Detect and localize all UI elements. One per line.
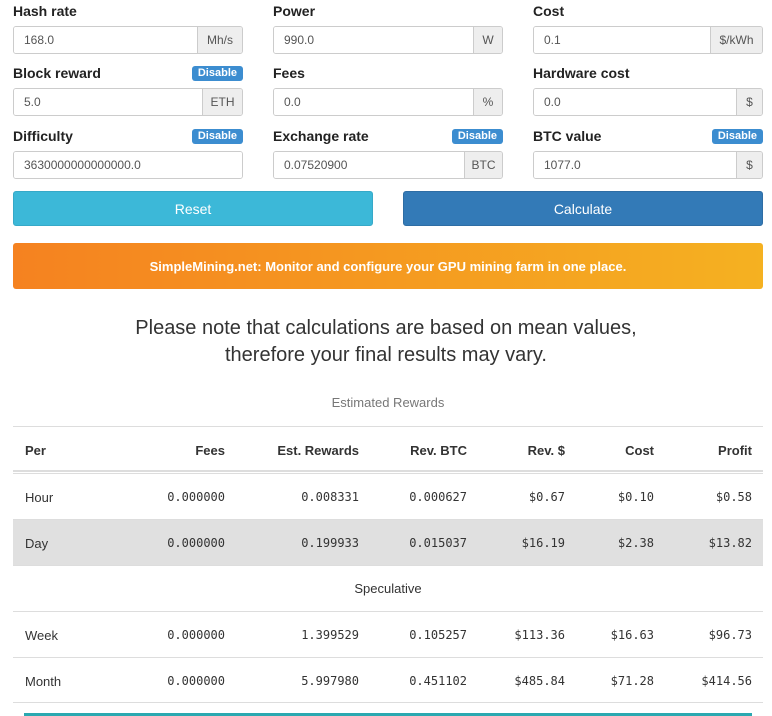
table-row: Day 0.000000 0.199933 0.015037 $16.19 $2…	[13, 519, 763, 565]
block-reward-input-group: ETH	[13, 88, 243, 116]
cell-profit: $96.73	[708, 628, 752, 642]
calculate-button[interactable]: Calculate	[403, 191, 763, 226]
difficulty-label: Difficulty	[13, 128, 73, 144]
cell-profit: $414.56	[701, 674, 752, 688]
cell-est-rewards: 5.997980	[301, 674, 359, 688]
cell-rev-usd: $113.36	[514, 628, 565, 642]
power-input[interactable]	[274, 27, 473, 53]
speculative-label: Speculative	[13, 565, 763, 611]
exchange-rate-label: Exchange rate	[273, 128, 369, 144]
cell-est-rewards: 0.008331	[301, 490, 359, 504]
cell-rev-usd: $16.19	[521, 536, 565, 550]
hardware-cost-input[interactable]	[534, 89, 736, 115]
hash-rate-label: Hash rate	[13, 3, 77, 19]
cell-cost: $71.28	[610, 674, 654, 688]
block-reward-unit: ETH	[202, 89, 242, 115]
block-reward-input[interactable]	[14, 89, 202, 115]
cell-fees: 0.000000	[167, 536, 225, 550]
cell-per: Month	[25, 673, 62, 689]
cost-input[interactable]	[534, 27, 710, 53]
btc-value-field: BTC value Disable $	[533, 125, 763, 181]
disclaimer-line-2: therefore your final results may vary.	[225, 344, 547, 366]
cell-rev-btc: 0.000627	[409, 490, 467, 504]
cell-fees: 0.000000	[167, 628, 225, 642]
cell-est-rewards: 1.399529	[301, 628, 359, 642]
power-label: Power	[273, 3, 316, 19]
cost-unit: $/kWh	[710, 27, 762, 53]
cell-rev-usd: $485.84	[514, 674, 565, 688]
table-bottom-divider	[13, 702, 763, 703]
header-profit: Profit	[718, 442, 752, 458]
power-input-group: W	[273, 26, 503, 54]
fees-unit: %	[473, 89, 502, 115]
table-caption: Estimated Rewards	[331, 395, 445, 410]
cell-per: Hour	[25, 489, 54, 505]
cell-cost: $16.63	[610, 628, 654, 642]
cost-field: Cost $/kWh	[533, 0, 763, 56]
exchange-rate-field: Exchange rate Disable BTC	[273, 125, 503, 181]
difficulty-field: Difficulty Disable	[13, 125, 243, 181]
fees-field: Fees %	[273, 62, 503, 118]
btc-value-disable-button[interactable]: Disable	[711, 129, 763, 144]
cell-rev-btc: 0.105257	[409, 628, 467, 642]
fees-input[interactable]	[274, 89, 473, 115]
exchange-rate-input-group: BTC	[273, 151, 503, 179]
cell-per: Week	[25, 627, 58, 643]
table-row: Week 0.000000 1.399529 0.105257 $113.36 …	[13, 611, 763, 657]
fees-input-group: %	[273, 88, 503, 116]
simplemining-banner[interactable]: SimpleMining.net: Monitor and configure …	[13, 243, 763, 289]
cost-label: Cost	[533, 3, 565, 19]
disclaimer-line-1: Please note that calculations are based …	[135, 317, 637, 339]
exchange-rate-unit: BTC	[464, 152, 502, 178]
header-rev-btc: Rev. BTC	[410, 442, 467, 458]
hardware-cost-unit: $	[736, 89, 762, 115]
hash-rate-unit: Mh/s	[197, 27, 242, 53]
table-row: Hour 0.000000 0.008331 0.000627 $0.67 $0…	[13, 473, 763, 519]
cell-per: Day	[25, 535, 49, 551]
block-reward-disable-button[interactable]: Disable	[191, 66, 243, 81]
fees-label: Fees	[273, 65, 305, 81]
block-reward-label: Block reward	[13, 65, 101, 81]
btc-value-unit: $	[736, 152, 762, 178]
hardware-cost-label: Hardware cost	[533, 65, 630, 81]
difficulty-input[interactable]	[14, 152, 242, 178]
table-header-row: Per Fees Est. Rewards Rev. BTC Rev. $ Co…	[13, 426, 763, 472]
btc-value-input-group: $	[533, 151, 763, 179]
btc-value-input[interactable]	[534, 152, 736, 178]
cell-profit: $13.82	[708, 536, 752, 550]
table-row: Month 0.000000 5.997980 0.451102 $485.84…	[13, 657, 763, 703]
hash-rate-field: Hash rate Mh/s	[13, 0, 243, 56]
cell-rev-usd: $0.67	[528, 490, 565, 504]
cell-fees: 0.000000	[167, 674, 225, 688]
cell-rev-btc: 0.015037	[409, 536, 467, 550]
cell-est-rewards: 0.199933	[301, 536, 359, 550]
difficulty-input-group	[13, 151, 243, 179]
header-cost: Cost	[625, 442, 654, 458]
header-est-rewards: Est. Rewards	[277, 442, 359, 458]
header-per: Per	[25, 442, 46, 458]
exchange-rate-input[interactable]	[274, 152, 464, 178]
cell-profit: $0.58	[715, 490, 752, 504]
cell-cost: $0.10	[617, 490, 654, 504]
hash-rate-input[interactable]	[14, 27, 197, 53]
exchange-rate-disable-button[interactable]: Disable	[451, 129, 503, 144]
header-rev-usd: Rev. $	[527, 442, 565, 458]
block-reward-field: Block reward Disable ETH	[13, 62, 243, 118]
cost-input-group: $/kWh	[533, 26, 763, 54]
cell-fees: 0.000000	[167, 490, 225, 504]
reset-button[interactable]: Reset	[13, 191, 373, 226]
cell-rev-btc: 0.451102	[409, 674, 467, 688]
cell-cost: $2.38	[617, 536, 654, 550]
hash-rate-input-group: Mh/s	[13, 26, 243, 54]
difficulty-disable-button[interactable]: Disable	[191, 129, 243, 144]
btc-value-label: BTC value	[533, 128, 602, 144]
header-fees: Fees	[195, 442, 225, 458]
hardware-cost-input-group: $	[533, 88, 763, 116]
power-field: Power W	[273, 0, 503, 56]
hardware-cost-field: Hardware cost $	[533, 62, 763, 118]
disclaimer-note: Please note that calculations are based …	[0, 315, 772, 369]
power-unit: W	[473, 27, 502, 53]
